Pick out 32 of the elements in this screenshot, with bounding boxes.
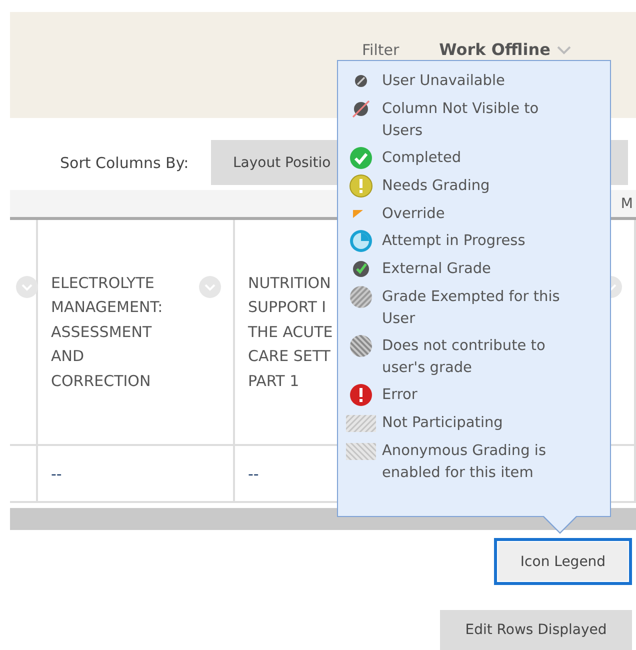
legend-label: Grade Exempted for this User	[382, 288, 561, 329]
table-cell: --	[51, 464, 62, 482]
chevron-down-icon[interactable]	[16, 276, 38, 298]
legend-label: Error	[382, 386, 418, 405]
table-cell: --	[248, 464, 259, 482]
filter-link[interactable]: Filter	[362, 41, 400, 59]
exclamation-circle-icon	[349, 383, 373, 407]
legend-label: Anonymous Grading is enabled for this item	[382, 442, 548, 483]
chevron-down-icon[interactable]	[556, 45, 571, 55]
legend-label: Override	[382, 205, 445, 224]
legend-label: External Grade	[382, 260, 491, 279]
work-offline-menu[interactable]: Work Offline	[439, 41, 551, 59]
striped-circle-icon	[349, 334, 373, 358]
icon-legend-button[interactable]: Icon Legend	[494, 538, 632, 585]
column-title: NUTRITION SUPPORT I THE ACUTE CARE SETT PART 1	[248, 272, 333, 392]
column-title: ELECTROLYTE MANAGEMENT: ASSESSMENT AND CORRECTION	[51, 272, 163, 392]
check-circle-icon	[349, 146, 373, 170]
legend-label: Completed	[382, 149, 462, 168]
corner-triangle-icon	[353, 210, 363, 218]
edit-rows-button[interactable]: Edit Rows Displayed	[440, 610, 632, 650]
legend-label: Does not contribute to user's grade	[382, 337, 546, 378]
chevron-down-icon[interactable]	[199, 276, 221, 298]
legend-label: Not Participating	[382, 414, 503, 433]
column-label: M	[620, 196, 633, 212]
legend-label: Needs Grading	[382, 177, 490, 196]
striped-circle-icon	[349, 285, 373, 309]
legend-label: Attempt in Progress	[382, 232, 526, 251]
sort-label: Sort Columns By:	[60, 154, 190, 172]
exclamation-circle-icon	[349, 174, 373, 198]
legend-label: User Unavailable	[382, 72, 505, 91]
pie-clock-icon	[349, 229, 373, 253]
legend-label: Column Not Visible to Users	[382, 100, 540, 141]
